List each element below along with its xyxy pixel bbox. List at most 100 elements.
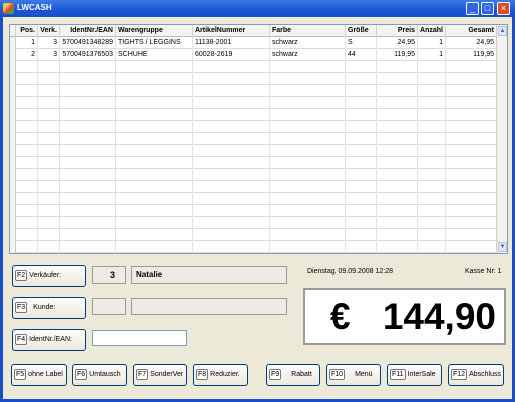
grid-line xyxy=(417,145,418,157)
col-header-warengruppe[interactable]: Warengruppe xyxy=(116,25,193,37)
col-header-verk[interactable]: Verk. xyxy=(38,25,60,37)
table-row[interactable]: 1 3 5700491348289 TIGHTS / LEGGINS 11138… xyxy=(10,37,497,49)
cell-farbe: schwarz xyxy=(270,37,346,49)
empty-table-row[interactable] xyxy=(10,121,497,133)
kunde-number-field[interactable] xyxy=(92,298,126,315)
empty-table-row[interactable] xyxy=(10,85,497,97)
f12-abschluss-button[interactable]: F12 Abschluss xyxy=(448,364,504,386)
empty-table-row[interactable] xyxy=(10,157,497,169)
kunde-button[interactable]: F3 Kunde: xyxy=(12,297,86,319)
items-table[interactable]: Pos. Verk. IdentNr./EAN Warengruppe Arti… xyxy=(9,24,508,254)
col-header-gesamt[interactable]: Gesamt xyxy=(446,25,497,37)
grid-line xyxy=(59,97,60,109)
row-indicator xyxy=(10,193,16,205)
cell-pos: 1 xyxy=(16,37,38,49)
grid-line xyxy=(445,109,446,121)
col-header-ean[interactable]: IdentNr./EAN xyxy=(60,25,116,37)
grid-line xyxy=(269,61,270,73)
empty-table-row[interactable] xyxy=(10,109,497,121)
grid-line xyxy=(417,241,418,253)
table-row[interactable]: 2 3 5700491376503 SCHUHE 60028-2619 schw… xyxy=(10,49,497,61)
empty-table-row[interactable] xyxy=(10,241,497,253)
app-icon xyxy=(3,3,14,14)
grid-line xyxy=(37,61,38,73)
cell-preis: 24,95 xyxy=(377,37,418,49)
f7-sonderver-button[interactable]: F7 SonderVer xyxy=(133,364,187,386)
row-indicator xyxy=(10,121,16,133)
grid-line xyxy=(376,241,377,253)
grid-line xyxy=(115,217,116,229)
grid-line xyxy=(376,205,377,217)
minimize-button[interactable]: _ xyxy=(466,2,479,15)
empty-table-row[interactable] xyxy=(10,61,497,73)
grid-line xyxy=(269,109,270,121)
f11-intersale-button[interactable]: F11 InterSale xyxy=(387,364,442,386)
grid-line xyxy=(345,181,346,193)
col-header-pos[interactable]: Pos. xyxy=(16,25,38,37)
grid-line xyxy=(37,217,38,229)
f9-rabatt-button[interactable]: F9 Rabatt xyxy=(266,364,320,386)
col-header-farbe[interactable]: Farbe xyxy=(270,25,346,37)
ident-ean-button[interactable]: F4 IdentNr./EAN: xyxy=(12,329,86,351)
verkaeufer-button[interactable]: F2 Verkäufer: xyxy=(12,265,86,287)
scroll-down-arrow-icon[interactable]: ▼ xyxy=(498,242,507,252)
button-label: ohne Label xyxy=(28,371,63,378)
button-label: Rabatt xyxy=(291,371,312,378)
grid-line xyxy=(269,241,270,253)
grid-line xyxy=(445,61,446,73)
kunde-name-field[interactable] xyxy=(131,298,287,315)
grid-line xyxy=(37,157,38,169)
col-header-preis[interactable]: Preis xyxy=(377,25,418,37)
empty-table-row[interactable] xyxy=(10,169,497,181)
row-indicator xyxy=(10,169,16,181)
empty-table-row[interactable] xyxy=(10,181,497,193)
f5-ohne-label-button[interactable]: F5 ohne Label xyxy=(11,364,67,386)
grid-line xyxy=(37,181,38,193)
fkey-badge: F7 xyxy=(136,368,149,380)
title-bar: LWCASH _ □ × xyxy=(0,0,515,17)
grid-line xyxy=(445,121,446,133)
col-header-artikelnummer[interactable]: ArtikelNummer xyxy=(193,25,270,37)
vertical-scrollbar[interactable]: ▲ ▼ xyxy=(496,25,507,253)
grid-line xyxy=(59,61,60,73)
f8-reduzier-button[interactable]: F8 Reduzier. xyxy=(193,364,248,386)
empty-table-row[interactable] xyxy=(10,193,497,205)
empty-table-row[interactable] xyxy=(10,229,497,241)
maximize-button[interactable]: □ xyxy=(481,2,494,15)
col-header-groesse[interactable]: Größe xyxy=(346,25,377,37)
col-header-anzahl[interactable]: Anzahl xyxy=(418,25,446,37)
kunde-label: Kunde: xyxy=(33,304,56,311)
f6-umtausch-button[interactable]: F6 Umtausch xyxy=(72,364,127,386)
empty-table-row[interactable] xyxy=(10,217,497,229)
grid-line xyxy=(376,217,377,229)
grid-line xyxy=(115,121,116,133)
ident-ean-input[interactable] xyxy=(92,330,187,346)
grid-line xyxy=(376,193,377,205)
empty-table-row[interactable] xyxy=(10,205,497,217)
currency-symbol: € xyxy=(330,296,351,337)
grid-line xyxy=(192,229,193,241)
verkaeufer-name-field[interactable]: Natalie xyxy=(131,266,287,284)
cell-artikelnummer: 60028-2619 xyxy=(193,49,270,61)
grid-line xyxy=(417,109,418,121)
grid-line xyxy=(417,169,418,181)
grid-line xyxy=(59,133,60,145)
close-button[interactable]: × xyxy=(497,2,510,15)
grid-line xyxy=(37,169,38,181)
grid-line xyxy=(269,205,270,217)
grid-line xyxy=(445,157,446,169)
scroll-up-arrow-icon[interactable]: ▲ xyxy=(498,26,507,36)
grid-line xyxy=(376,133,377,145)
empty-table-row[interactable] xyxy=(10,133,497,145)
grid-line xyxy=(269,181,270,193)
verkaeufer-number-field[interactable]: 3 xyxy=(92,266,126,284)
empty-table-row[interactable] xyxy=(10,97,497,109)
grid-line xyxy=(192,217,193,229)
grid-line xyxy=(376,169,377,181)
empty-table-row[interactable] xyxy=(10,73,497,85)
grid-line xyxy=(59,145,60,157)
empty-table-row[interactable] xyxy=(10,145,497,157)
f10-menue-button[interactable]: F10 Menü xyxy=(326,364,381,386)
row-indicator xyxy=(10,85,16,97)
grid-line xyxy=(59,121,60,133)
